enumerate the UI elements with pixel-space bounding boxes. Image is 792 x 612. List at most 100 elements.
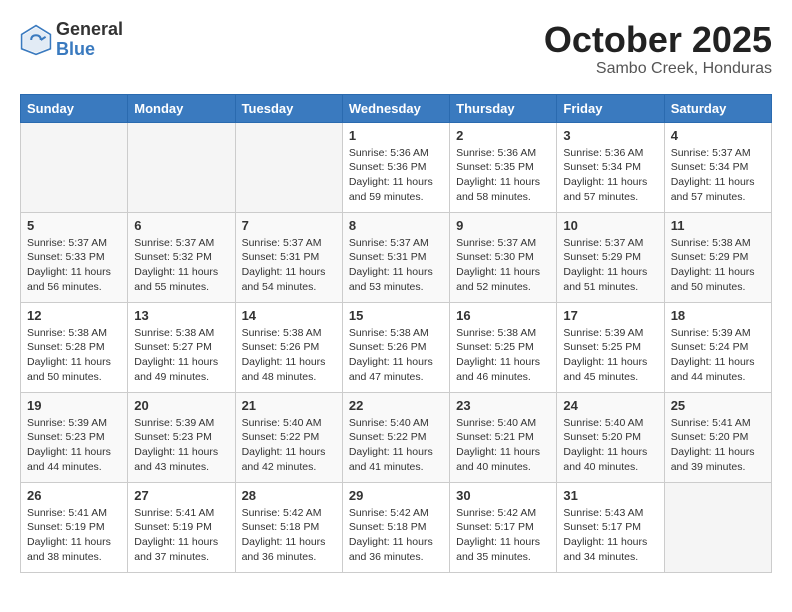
location-subtitle: Sambo Creek, Honduras	[544, 60, 772, 78]
day-number: 3	[563, 128, 657, 143]
day-cell: 3 Sunrise: 5:36 AM Sunset: 5:34 PM Daylig…	[557, 122, 664, 212]
day-cell: 7 Sunrise: 5:37 AM Sunset: 5:31 PM Daylig…	[235, 212, 342, 302]
day-info: Sunrise: 5:41 AM Sunset: 5:19 PM Dayligh…	[27, 506, 121, 565]
day-cell: 15Sunrise: 5:38 AM Sunset: 5:26 PM Dayli…	[342, 302, 449, 392]
day-info: Sunrise: 5:42 AM Sunset: 5:18 PM Dayligh…	[242, 506, 336, 565]
day-info: Sunrise: 5:36 AM Sunset: 5:35 PM Dayligh…	[456, 146, 550, 205]
day-number: 15	[349, 308, 443, 323]
day-info: Sunrise: 5:42 AM Sunset: 5:17 PM Dayligh…	[456, 506, 550, 565]
week-row-2: 5 Sunrise: 5:37 AM Sunset: 5:33 PM Daylig…	[21, 212, 772, 302]
day-info: Sunrise: 5:37 AM Sunset: 5:34 PM Dayligh…	[671, 146, 765, 205]
day-cell: 19 Sunrise: 5:39 AM Sunset: 5:23 PM Dayli…	[21, 392, 128, 482]
day-info: Sunrise: 5:36 AM Sunset: 5:36 PM Dayligh…	[349, 146, 443, 205]
day-cell: 11 Sunrise: 5:38 AM Sunset: 5:29 PM Dayli…	[664, 212, 771, 302]
day-cell: 20 Sunrise: 5:39 AM Sunset: 5:23 PM Dayli…	[128, 392, 235, 482]
day-info: Sunrise: 5:37 AM Sunset: 5:32 PM Dayligh…	[134, 236, 228, 295]
day-info: Sunrise: 5:43 AM Sunset: 5:17 PM Dayligh…	[563, 506, 657, 565]
day-number: 12	[27, 308, 121, 323]
day-info: Sunrise: 5:37 AM Sunset: 5:29 PM Dayligh…	[563, 236, 657, 295]
day-cell: 14Sunrise: 5:38 AM Sunset: 5:26 PM Dayli…	[235, 302, 342, 392]
logo: General Blue	[20, 20, 123, 60]
day-cell: 22 Sunrise: 5:40 AM Sunset: 5:22 PM Dayli…	[342, 392, 449, 482]
day-info: Sunrise: 5:37 AM Sunset: 5:33 PM Dayligh…	[27, 236, 121, 295]
month-title: October 2025	[544, 20, 772, 60]
page-header: General Blue October 2025 Sambo Creek, H…	[20, 20, 772, 78]
day-number: 1	[349, 128, 443, 143]
day-number: 19	[27, 398, 121, 413]
day-info: Sunrise: 5:39 AM Sunset: 5:23 PM Dayligh…	[134, 416, 228, 475]
day-info: Sunrise: 5:38 AM Sunset: 5:28 PM Dayligh…	[27, 326, 121, 385]
logo-general: General	[56, 20, 123, 40]
day-number: 27	[134, 488, 228, 503]
day-number: 26	[27, 488, 121, 503]
day-number: 13	[134, 308, 228, 323]
calendar-table: SundayMondayTuesdayWednesdayThursdayFrid…	[20, 94, 772, 573]
day-cell: 9 Sunrise: 5:37 AM Sunset: 5:30 PM Daylig…	[450, 212, 557, 302]
day-info: Sunrise: 5:40 AM Sunset: 5:20 PM Dayligh…	[563, 416, 657, 475]
day-info: Sunrise: 5:37 AM Sunset: 5:31 PM Dayligh…	[242, 236, 336, 295]
day-number: 9	[456, 218, 550, 233]
day-cell	[128, 122, 235, 212]
day-number: 16	[456, 308, 550, 323]
day-info: Sunrise: 5:39 AM Sunset: 5:23 PM Dayligh…	[27, 416, 121, 475]
day-number: 6	[134, 218, 228, 233]
day-cell: 23 Sunrise: 5:40 AM Sunset: 5:21 PM Dayli…	[450, 392, 557, 482]
day-cell: 26 Sunrise: 5:41 AM Sunset: 5:19 PM Dayli…	[21, 482, 128, 572]
logo-text: General Blue	[56, 20, 123, 60]
day-cell: 25 Sunrise: 5:41 AM Sunset: 5:20 PM Dayli…	[664, 392, 771, 482]
header-cell-friday: Friday	[557, 94, 664, 122]
day-cell: 6 Sunrise: 5:37 AM Sunset: 5:32 PM Daylig…	[128, 212, 235, 302]
day-number: 8	[349, 218, 443, 233]
header-cell-monday: Monday	[128, 94, 235, 122]
header-cell-thursday: Thursday	[450, 94, 557, 122]
day-number: 18	[671, 308, 765, 323]
day-cell: 4Sunrise: 5:37 AM Sunset: 5:34 PM Daylig…	[664, 122, 771, 212]
week-row-4: 19 Sunrise: 5:39 AM Sunset: 5:23 PM Dayli…	[21, 392, 772, 482]
day-cell: 8Sunrise: 5:37 AM Sunset: 5:31 PM Daylig…	[342, 212, 449, 302]
day-number: 23	[456, 398, 550, 413]
day-cell	[21, 122, 128, 212]
day-number: 2	[456, 128, 550, 143]
day-number: 30	[456, 488, 550, 503]
header-row: SundayMondayTuesdayWednesdayThursdayFrid…	[21, 94, 772, 122]
day-cell: 31Sunrise: 5:43 AM Sunset: 5:17 PM Dayli…	[557, 482, 664, 572]
day-number: 7	[242, 218, 336, 233]
day-number: 25	[671, 398, 765, 413]
day-info: Sunrise: 5:36 AM Sunset: 5:34 PM Dayligh…	[563, 146, 657, 205]
day-cell: 28Sunrise: 5:42 AM Sunset: 5:18 PM Dayli…	[235, 482, 342, 572]
day-cell: 2 Sunrise: 5:36 AM Sunset: 5:35 PM Daylig…	[450, 122, 557, 212]
day-number: 21	[242, 398, 336, 413]
title-section: October 2025 Sambo Creek, Honduras	[544, 20, 772, 78]
day-cell: 18Sunrise: 5:39 AM Sunset: 5:24 PM Dayli…	[664, 302, 771, 392]
day-info: Sunrise: 5:40 AM Sunset: 5:21 PM Dayligh…	[456, 416, 550, 475]
day-info: Sunrise: 5:40 AM Sunset: 5:22 PM Dayligh…	[349, 416, 443, 475]
day-info: Sunrise: 5:38 AM Sunset: 5:29 PM Dayligh…	[671, 236, 765, 295]
header-cell-tuesday: Tuesday	[235, 94, 342, 122]
day-number: 29	[349, 488, 443, 503]
day-cell: 13Sunrise: 5:38 AM Sunset: 5:27 PM Dayli…	[128, 302, 235, 392]
day-info: Sunrise: 5:41 AM Sunset: 5:19 PM Dayligh…	[134, 506, 228, 565]
day-cell: 29 Sunrise: 5:42 AM Sunset: 5:18 PM Dayli…	[342, 482, 449, 572]
header-cell-saturday: Saturday	[664, 94, 771, 122]
day-number: 5	[27, 218, 121, 233]
day-cell: 24Sunrise: 5:40 AM Sunset: 5:20 PM Dayli…	[557, 392, 664, 482]
day-number: 10	[563, 218, 657, 233]
logo-icon	[20, 24, 52, 56]
day-number: 22	[349, 398, 443, 413]
week-row-1: 1 Sunrise: 5:36 AM Sunset: 5:36 PM Daylig…	[21, 122, 772, 212]
day-cell: 30 Sunrise: 5:42 AM Sunset: 5:17 PM Dayli…	[450, 482, 557, 572]
day-info: Sunrise: 5:40 AM Sunset: 5:22 PM Dayligh…	[242, 416, 336, 475]
day-cell: 5 Sunrise: 5:37 AM Sunset: 5:33 PM Daylig…	[21, 212, 128, 302]
day-info: Sunrise: 5:41 AM Sunset: 5:20 PM Dayligh…	[671, 416, 765, 475]
day-number: 20	[134, 398, 228, 413]
day-number: 11	[671, 218, 765, 233]
day-cell	[235, 122, 342, 212]
logo-blue: Blue	[56, 40, 123, 60]
week-row-5: 26 Sunrise: 5:41 AM Sunset: 5:19 PM Dayli…	[21, 482, 772, 572]
day-number: 14	[242, 308, 336, 323]
header-cell-sunday: Sunday	[21, 94, 128, 122]
day-cell	[664, 482, 771, 572]
day-info: Sunrise: 5:37 AM Sunset: 5:30 PM Dayligh…	[456, 236, 550, 295]
day-info: Sunrise: 5:42 AM Sunset: 5:18 PM Dayligh…	[349, 506, 443, 565]
day-info: Sunrise: 5:39 AM Sunset: 5:25 PM Dayligh…	[563, 326, 657, 385]
